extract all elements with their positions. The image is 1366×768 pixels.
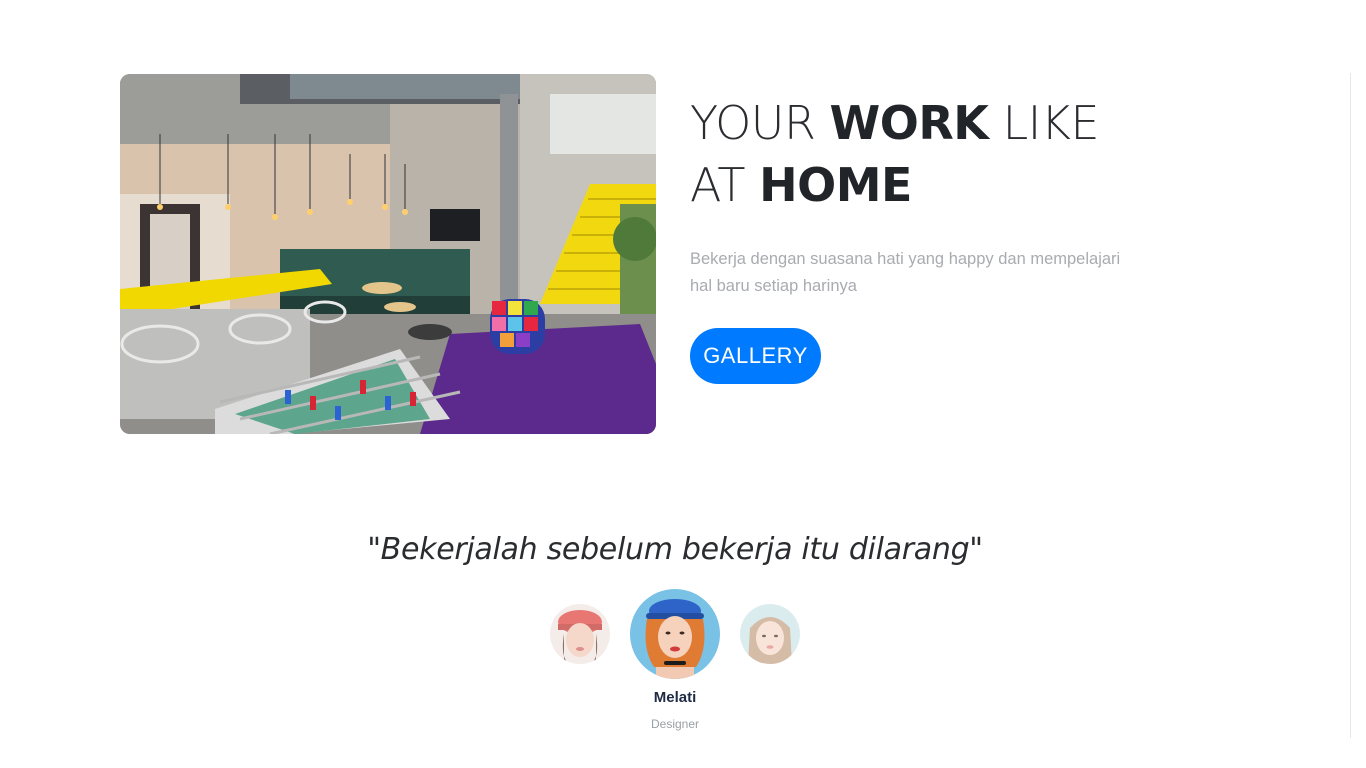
- avatar-right[interactable]: [740, 604, 800, 664]
- gallery-button[interactable]: GALLERY: [690, 328, 821, 384]
- hero-title-like: LIKE: [1002, 96, 1100, 150]
- hero-office-image: [120, 74, 656, 434]
- hero-title-work: WORK: [829, 96, 989, 150]
- testimonial-quote: "Bekerjalah sebelum bekerja itu dilarang…: [367, 532, 983, 567]
- testimonial-role: Designer: [650, 717, 700, 731]
- avatar-left[interactable]: [550, 604, 610, 664]
- hero-title-your: YOUR: [690, 96, 816, 150]
- hero-text-block: YOUR WORK LIKE AT HOME Bekerja dengan su…: [690, 92, 1140, 300]
- avatar-melati[interactable]: [630, 589, 720, 679]
- hero-title-home: HOME: [759, 158, 912, 212]
- hero-title-at: AT: [690, 158, 746, 212]
- hero-title: YOUR WORK LIKE AT HOME: [690, 92, 1140, 216]
- page-edge-divider: [1350, 73, 1351, 738]
- testimonial-name: Melati: [653, 689, 697, 706]
- hero-subtitle: Bekerja dengan suasana hati yang happy d…: [690, 250, 1121, 295]
